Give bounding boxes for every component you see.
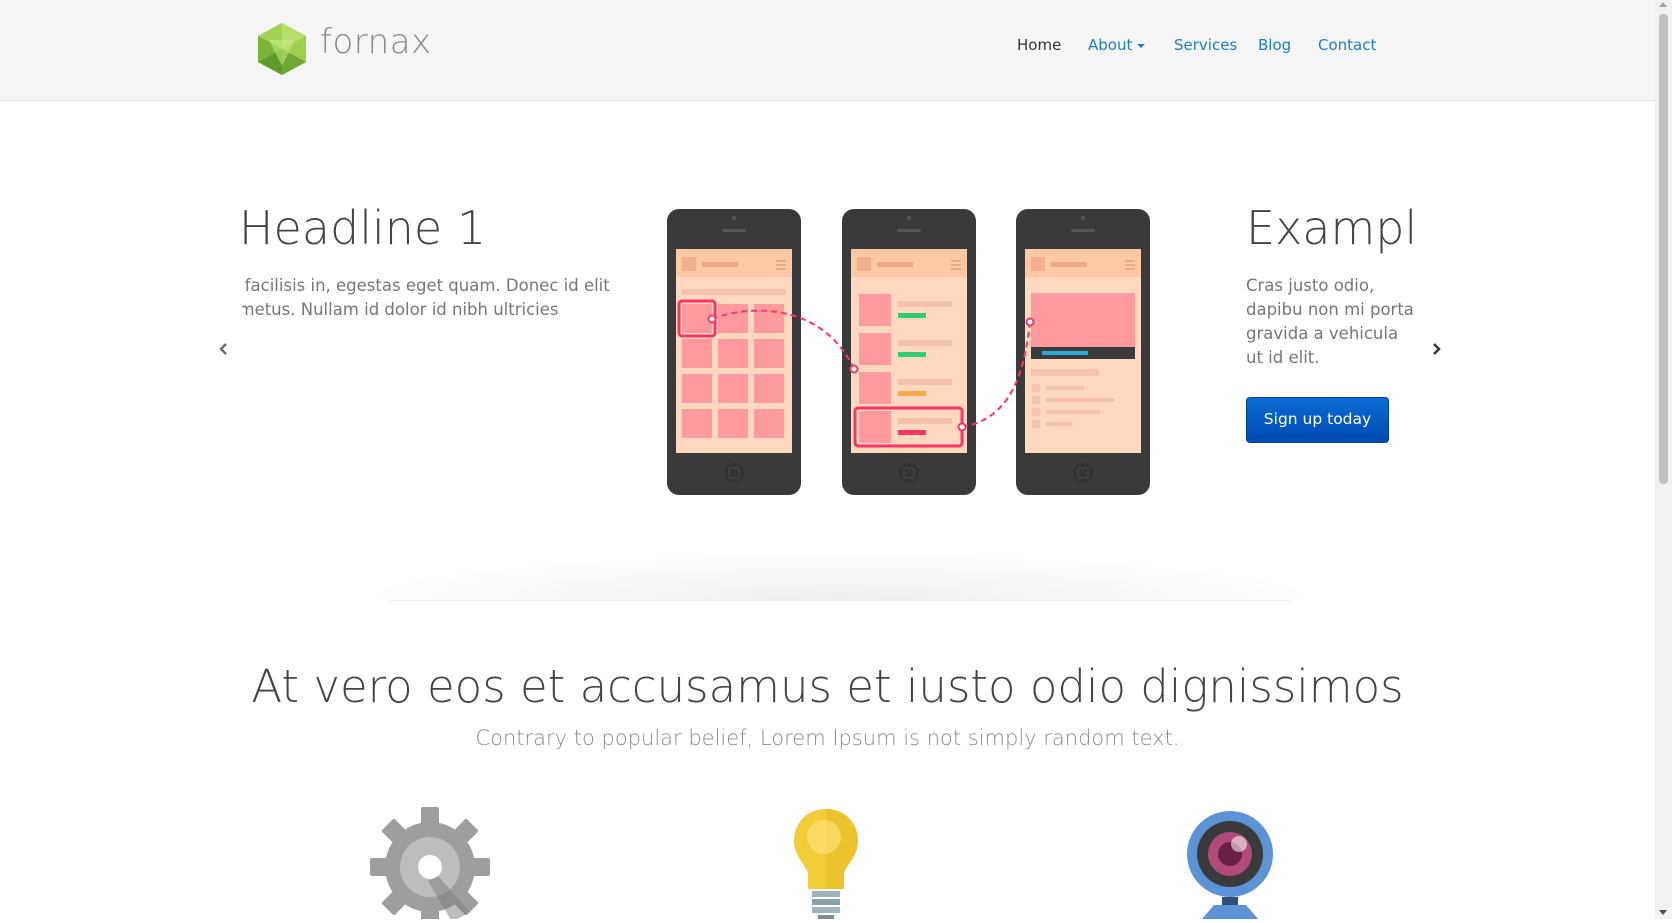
phone-2: [842, 209, 976, 495]
section-divider: [390, 600, 1290, 601]
scroll-up-arrow-icon[interactable]: [1659, 2, 1667, 7]
feature-lightbulb: [788, 805, 864, 923]
section-shadow: [380, 555, 1300, 600]
nav-services[interactable]: Services: [1174, 36, 1237, 54]
sign-up-button[interactable]: Sign up today: [1246, 397, 1389, 443]
slide-headline: e Headline 1: [242, 201, 487, 255]
caret-down-icon: [1137, 43, 1146, 48]
scroll-down-arrow-icon[interactable]: [1659, 910, 1667, 915]
scrollbar[interactable]: [1655, 0, 1672, 919]
lightbulb-icon: [794, 809, 858, 919]
chevron-right-icon: [1433, 343, 1441, 355]
nav-home[interactable]: Home: [1017, 36, 1061, 54]
hero-carousel: e Headline 1 us ac facilisis in, egestas…: [0, 101, 1655, 601]
chevron-left-icon: [219, 343, 227, 355]
features-subtitle: Contrary to popular belief, Lorem Ipsum …: [475, 726, 1180, 750]
webcam-icon: [1187, 811, 1273, 919]
navbar: fornax Home About Services Blog Contact: [0, 0, 1655, 101]
scrollbar-thumb[interactable]: [1659, 14, 1668, 484]
phone-3: [1016, 209, 1150, 495]
nav-contact[interactable]: Contact: [1318, 36, 1376, 54]
three-phones-illustration: [667, 209, 1150, 495]
carousel-prev-button[interactable]: [216, 341, 232, 357]
feature-gear: [368, 805, 492, 923]
slide-text: us ac facilisis in, egestas eget quam. D…: [242, 276, 612, 320]
nav-blog[interactable]: Blog: [1258, 36, 1291, 54]
gear-icon: [370, 807, 490, 923]
slide-text: Cras justo odio, dapibu non mi porta gra…: [1246, 276, 1414, 368]
slide-headline: Example: [1246, 201, 1414, 255]
main-nav: Home About Services Blog Contact: [0, 36, 1655, 60]
feature-webcam: [1184, 805, 1284, 923]
nav-about[interactable]: About: [1088, 36, 1146, 54]
phone-1: [667, 209, 801, 495]
features-title: At vero eos et accusamus et iusto odio d…: [251, 660, 1404, 713]
nav-about-label: About: [1088, 36, 1133, 54]
carousel-slide-previous: e Headline 1 us ac facilisis in, egestas…: [242, 201, 612, 461]
carousel-next-button[interactable]: [1428, 341, 1444, 357]
